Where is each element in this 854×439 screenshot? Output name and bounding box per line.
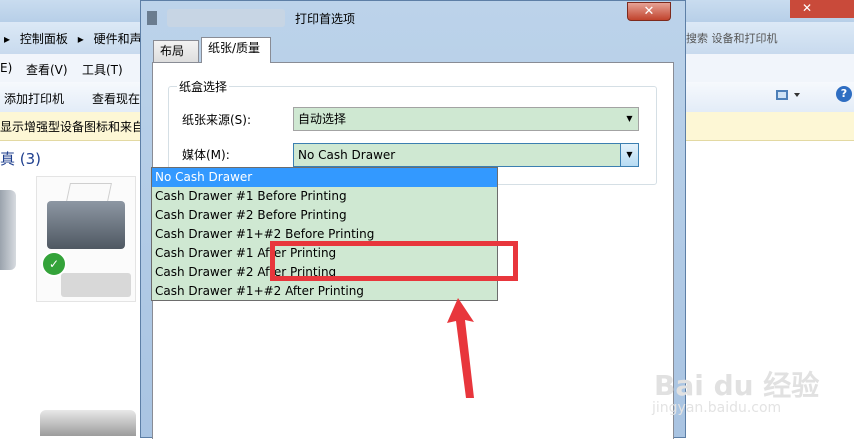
watermark-logo: Bai du 经验 bbox=[654, 369, 820, 402]
watermark-url: jingyan.baidu.com bbox=[652, 400, 782, 416]
